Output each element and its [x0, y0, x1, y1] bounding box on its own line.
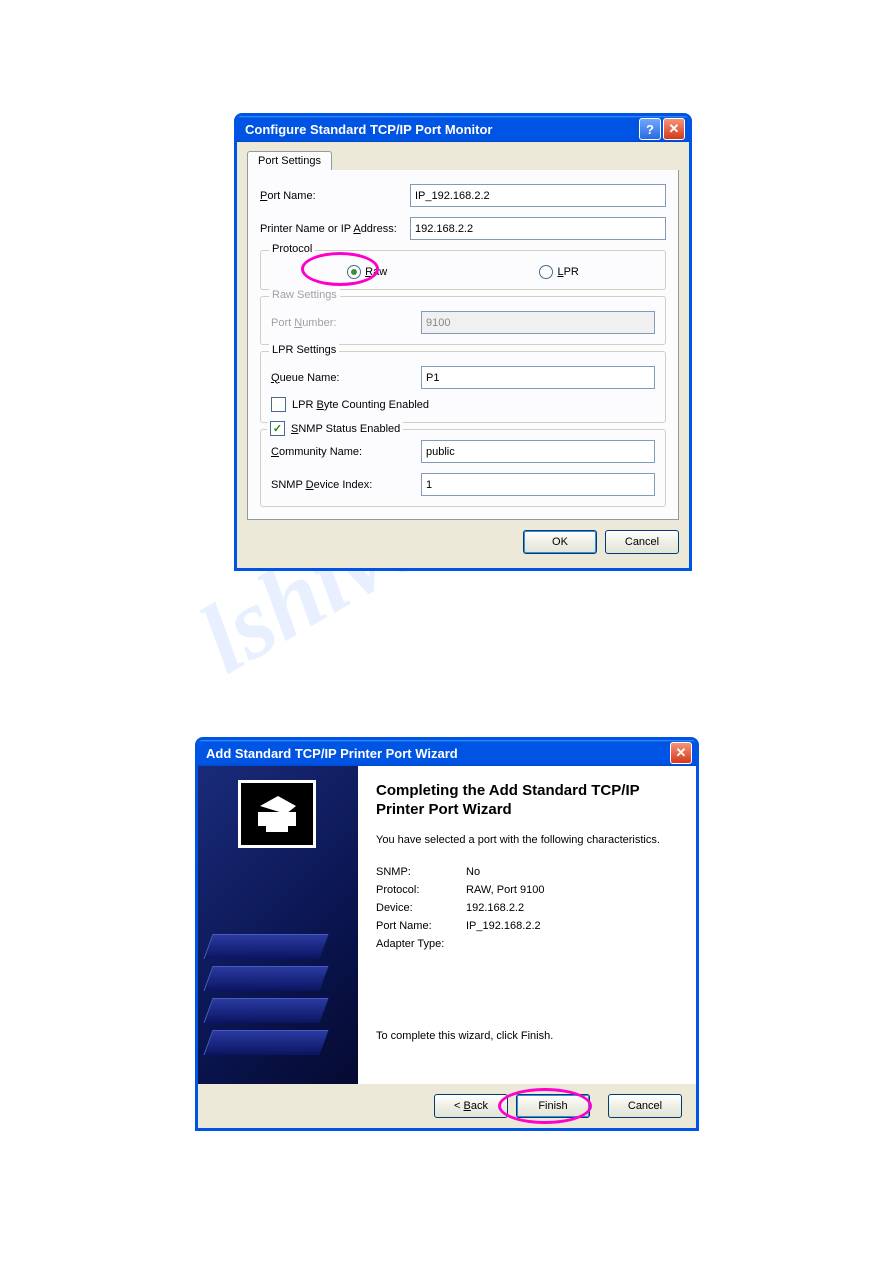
configure-port-dialog: Configure Standard TCP/IP Port Monitor ?…: [236, 115, 690, 569]
lpr-legend: LPR Settings: [269, 344, 339, 356]
port-name-input[interactable]: [410, 184, 666, 207]
radio-icon: [347, 265, 361, 279]
dialog-title: Configure Standard TCP/IP Port Monitor: [245, 122, 492, 137]
close-icon: ✕: [669, 121, 680, 137]
prop-row-snmp: SNMP: No: [376, 866, 678, 878]
lpr-byte-checkbox-row[interactable]: LPR Byte Counting Enabled: [271, 397, 655, 412]
tab-strip: Port Settings: [247, 150, 679, 171]
printer-address-input[interactable]: [410, 217, 666, 240]
snmp-index-label: SNMP Device Index:: [271, 479, 421, 491]
wizard-heading: Completing the Add Standard TCP/IP Print…: [376, 782, 678, 820]
prop-key: Adapter Type:: [376, 938, 466, 950]
prop-value: IP_192.168.2.2: [466, 920, 541, 932]
prop-key: Device:: [376, 902, 466, 914]
add-port-wizard-dialog: Add Standard TCP/IP Printer Port Wizard …: [197, 739, 697, 1129]
radio-lpr-label: LPR: [557, 266, 578, 278]
titlebar[interactable]: Add Standard TCP/IP Printer Port Wizard …: [198, 740, 696, 766]
close-icon: ✕: [676, 745, 687, 761]
prop-value: No: [466, 866, 480, 878]
checkbox-icon: [271, 397, 286, 412]
community-name-input[interactable]: [421, 440, 655, 463]
snmp-enabled-label: SNMP Status Enabled: [291, 423, 400, 435]
queue-name-input[interactable]: [421, 366, 655, 389]
decorative-stack: [203, 998, 328, 1023]
prop-key: Port Name:: [376, 920, 466, 932]
wizard-footer-text: To complete this wizard, click Finish.: [376, 1030, 678, 1042]
button-bar: < Back Finish Cancel: [198, 1084, 696, 1128]
decorative-stack: [203, 966, 328, 991]
printer-icon: [238, 780, 316, 848]
dialog-title: Add Standard TCP/IP Printer Port Wizard: [206, 746, 458, 761]
prop-row-portname: Port Name: IP_192.168.2.2: [376, 920, 678, 932]
help-button[interactable]: ?: [639, 118, 661, 140]
raw-settings-group: Raw Settings Port Number:: [260, 296, 666, 345]
back-button[interactable]: < Back: [434, 1094, 508, 1118]
button-bar: OK Cancel: [247, 520, 679, 558]
raw-legend: Raw Settings: [269, 289, 340, 301]
radio-raw-label: Raw: [365, 266, 387, 278]
snmp-enabled-checkbox-row[interactable]: ✓ SNMP Status Enabled: [267, 421, 403, 436]
ok-button[interactable]: OK: [523, 530, 597, 554]
protocol-legend: Protocol: [269, 243, 315, 255]
prop-value: 192.168.2.2: [466, 902, 524, 914]
titlebar[interactable]: Configure Standard TCP/IP Port Monitor ?…: [237, 116, 689, 142]
port-number-input: [421, 311, 655, 334]
wizard-sidebar: [198, 766, 358, 1084]
prop-key: Protocol:: [376, 884, 466, 896]
prop-row-adapter: Adapter Type:: [376, 938, 678, 950]
port-name-label: Port Name:: [260, 190, 410, 202]
printer-address-label: Printer Name or IP Address:: [260, 223, 410, 235]
prop-key: SNMP:: [376, 866, 466, 878]
tab-panel: Port Name: Printer Name or IP Address: P…: [247, 170, 679, 520]
tab-port-settings[interactable]: Port Settings: [247, 151, 332, 171]
lpr-settings-group: LPR Settings Queue Name: LPR Byte Counti…: [260, 351, 666, 423]
wizard-content: Completing the Add Standard TCP/IP Print…: [358, 766, 696, 1084]
prop-row-protocol: Protocol: RAW, Port 9100: [376, 884, 678, 896]
finish-button[interactable]: Finish: [516, 1094, 590, 1118]
lpr-byte-label: LPR Byte Counting Enabled: [292, 399, 429, 411]
decorative-stack: [203, 1030, 328, 1055]
cancel-button[interactable]: Cancel: [605, 530, 679, 554]
protocol-group: Protocol Raw LPR: [260, 250, 666, 290]
snmp-group: ✓ SNMP Status Enabled Community Name: SN…: [260, 429, 666, 507]
queue-name-label: Queue Name:: [271, 372, 421, 384]
cancel-button[interactable]: Cancel: [608, 1094, 682, 1118]
checkbox-icon: ✓: [270, 421, 285, 436]
prop-row-device: Device: 192.168.2.2: [376, 902, 678, 914]
decorative-stack: [203, 934, 328, 959]
radio-raw[interactable]: Raw: [347, 265, 387, 279]
radio-icon: [539, 265, 553, 279]
close-button[interactable]: ✕: [663, 118, 685, 140]
community-name-label: Community Name:: [271, 446, 421, 458]
port-number-label: Port Number:: [271, 317, 421, 329]
close-button[interactable]: ✕: [670, 742, 692, 764]
wizard-subtext: You have selected a port with the follow…: [376, 834, 678, 846]
snmp-index-input[interactable]: [421, 473, 655, 496]
prop-value: RAW, Port 9100: [466, 884, 544, 896]
wizard-body: Completing the Add Standard TCP/IP Print…: [198, 766, 696, 1084]
radio-lpr[interactable]: LPR: [539, 265, 578, 279]
